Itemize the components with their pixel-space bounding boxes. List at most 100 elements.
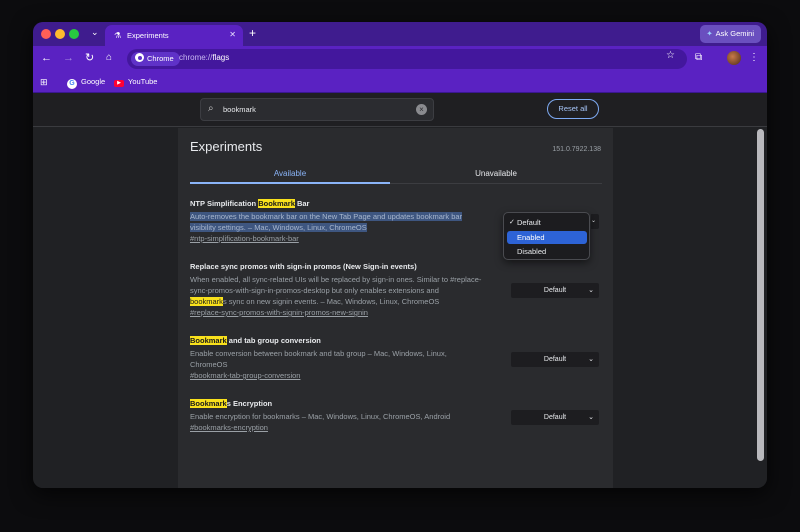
option-label: Disabled — [517, 247, 547, 256]
gemini-sparkle-icon: ✦ — [706, 29, 713, 38]
search-highlight: Bookmark — [190, 336, 227, 345]
experiment-ntp-bookmark-bar: NTP Simplification Bookmark Bar Auto-rem… — [190, 198, 508, 244]
browser-window: ⌄ ⚗ Experiments ✕ + ✦ Ask Gemini ← → ↻ ⌂ … — [33, 22, 767, 488]
close-tab-icon[interactable]: ✕ — [229, 30, 236, 39]
select-value: Default — [543, 414, 567, 421]
chevron-down-icon: ⌄ — [588, 414, 594, 421]
ask-gemini-button[interactable]: ✦ Ask Gemini — [700, 25, 761, 43]
home-icon[interactable]: ⌂ — [106, 51, 112, 65]
select-value: Default — [543, 287, 567, 294]
tab-search-chevron-icon[interactable]: ⌄ — [91, 27, 99, 38]
search-header: ⌕ × Reset all — [33, 94, 767, 127]
description-line: visibility settings. – Mac, Windows, Lin… — [190, 223, 367, 232]
ask-gemini-label: Ask Gemini — [715, 29, 754, 38]
experiment-select[interactable]: Default ⌄ — [511, 352, 599, 367]
experiment-bookmarks-encryption: Bookmarks Encryption Enable encryption f… — [190, 398, 508, 433]
tab-bar: Available Unavailable — [190, 163, 602, 184]
page-title: Experiments — [190, 139, 263, 154]
dropdown-option-default[interactable]: ✓ Default — [507, 216, 587, 229]
reset-all-button[interactable]: Reset all — [547, 99, 599, 119]
bookmark-google[interactable]: G Google — [67, 76, 105, 89]
option-label: Default — [517, 218, 541, 227]
scrollbar-thumb[interactable] — [757, 129, 764, 461]
search-highlight: Bookmark — [190, 399, 227, 408]
url-path: flags — [212, 53, 230, 62]
chrome-page-chip[interactable]: Chrome — [131, 52, 180, 66]
experiment-link[interactable]: #ntp-simplification-bookmark-bar — [190, 233, 508, 244]
toolbar: ← → ↻ ⌂ Chrome chrome://flags ☆ ⧉ ⋮ — [33, 46, 767, 72]
experiment-description: Enable conversion between bookmark and t… — [190, 348, 508, 370]
experiment-title: Bookmark and tab group conversion — [190, 335, 508, 346]
title-text: s Encryption — [226, 399, 273, 408]
description-line: sync-promos-with-sign-in-promos-desktop … — [190, 286, 439, 295]
tab-title: Experiments — [127, 31, 169, 40]
select-dropdown-menu: ✓ Default Enabled Disabled — [503, 212, 590, 260]
experiment-link[interactable]: #bookmark-tab-group-conversion — [190, 370, 508, 381]
experiment-link[interactable]: #replace-sync-promos-with-signin-promos-… — [190, 307, 508, 318]
version-label: 151.0.7922.138 — [552, 146, 601, 153]
address-bar[interactable]: Chrome chrome://flags — [127, 49, 687, 69]
apps-grid-icon[interactable]: ⊞ — [40, 76, 48, 88]
description-line: s sync on new signin events. – Mac, Wind… — [222, 297, 440, 306]
search-highlight: Bookmark — [258, 199, 295, 208]
title-text: and tab group conversion — [226, 336, 321, 345]
experiment-description: When enabled, all sync-related UIs will … — [190, 274, 508, 307]
tab-unavailable[interactable]: Unavailable — [396, 169, 596, 178]
tab-strip: ⌄ ⚗ Experiments ✕ + ✦ Ask Gemini — [33, 22, 767, 46]
dropdown-option-enabled[interactable]: Enabled — [507, 231, 587, 244]
select-value: Default — [543, 356, 567, 363]
chip-label: Chrome — [147, 54, 174, 63]
description-line: Enable conversion between bookmark and t… — [190, 349, 447, 358]
youtube-icon: ▶ — [114, 80, 124, 87]
tab-experiments[interactable]: ⚗ Experiments ✕ — [105, 25, 243, 46]
checkmark-icon: ✓ — [509, 219, 515, 226]
experiment-bookmark-tab-group: Bookmark and tab group conversion Enable… — [190, 335, 508, 381]
bookmark-star-icon[interactable]: ☆ — [666, 50, 675, 61]
experiment-title: NTP Simplification Bookmark Bar — [190, 198, 508, 209]
url-text[interactable]: chrome://flags — [179, 53, 229, 62]
menu-kebab-icon[interactable]: ⋮ — [749, 51, 759, 65]
description-line: ChromeOS — [190, 360, 228, 369]
search-box: ⌕ × — [200, 98, 434, 121]
experiment-title: Bookmarks Encryption — [190, 398, 508, 409]
minimize-window-button[interactable] — [55, 29, 65, 39]
reload-icon[interactable]: ↻ — [85, 51, 94, 65]
description-line: When enabled, all sync-related UIs will … — [190, 275, 482, 284]
title-text: Bar — [294, 199, 310, 208]
chevron-down-icon: ⌄ — [588, 287, 594, 294]
google-icon: G — [67, 79, 77, 89]
active-tab-indicator — [190, 182, 390, 184]
experiment-select[interactable]: Default ⌄ — [511, 283, 599, 298]
experiment-title: Replace sync promos with sign-in promos … — [190, 262, 417, 271]
search-highlight: bookmark — [190, 297, 223, 306]
bookmark-youtube-label: YouTube — [128, 77, 158, 86]
option-label: Enabled — [517, 233, 545, 242]
bookmark-google-label: Google — [81, 77, 106, 86]
experiment-description: Enable encryption for bookmarks – Mac, W… — [190, 411, 508, 422]
dropdown-option-disabled[interactable]: Disabled — [507, 245, 587, 258]
search-input[interactable] — [223, 102, 403, 117]
clear-search-icon[interactable]: × — [416, 104, 427, 115]
new-tab-button[interactable]: + — [249, 27, 256, 39]
chrome-logo-icon — [135, 53, 144, 62]
chevron-down-icon: ⌄ — [588, 356, 594, 363]
zoom-window-button[interactable] — [69, 29, 79, 39]
experiments-panel: Experiments 151.0.7922.138 Available Una… — [178, 128, 613, 488]
forward-arrow-icon[interactable]: → — [63, 51, 74, 65]
close-window-button[interactable] — [41, 29, 51, 39]
select-caret-icon[interactable]: ⌄ — [591, 214, 599, 229]
experiment-replace-sync-promos: Replace sync promos with sign-in promos … — [190, 261, 508, 318]
experiment-description: Auto-removes the bookmark bar on the New… — [190, 211, 508, 233]
extensions-puzzle-icon[interactable]: ⧉ — [695, 51, 702, 65]
experiment-link[interactable]: #bookmarks-encryption — [190, 422, 508, 433]
profile-avatar[interactable] — [727, 51, 741, 65]
experiment-select[interactable]: Default ⌄ — [511, 410, 599, 425]
url-scheme: chrome:// — [179, 53, 213, 62]
bookmarks-bar: ⊞ G Google ▶ YouTube — [33, 72, 767, 93]
tab-available[interactable]: Available — [190, 169, 390, 178]
bookmark-youtube[interactable]: ▶ YouTube — [114, 76, 157, 88]
back-arrow-icon[interactable]: ← — [41, 51, 52, 65]
description-line: Auto-removes the bookmark bar on the New… — [190, 212, 463, 221]
flags-page: ⌕ × Reset all Experiments 151.0.7922.138… — [33, 94, 767, 488]
flask-icon: ⚗ — [114, 31, 122, 40]
